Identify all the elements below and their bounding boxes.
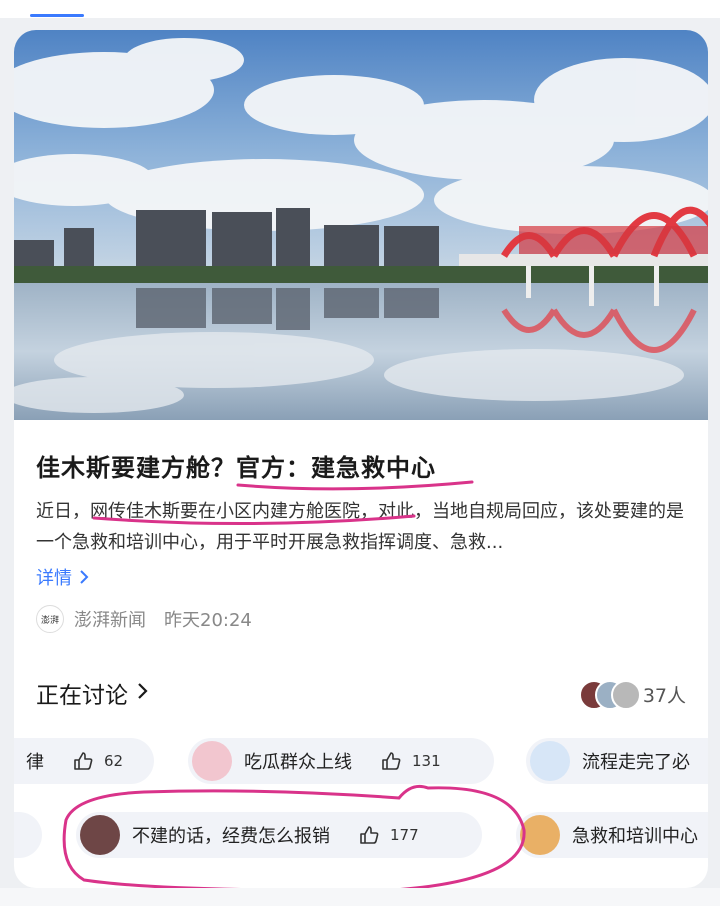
title-part1: 佳木斯要建方舱？	[36, 454, 236, 482]
summary-highlight: 网传佳木斯要在小区内建方舱医院	[90, 501, 360, 522]
publish-time: 昨天20:24	[164, 610, 252, 631]
comment-pill[interactable]: 不建的话，经费怎么报销 177	[76, 812, 482, 858]
comment-text: 流程走完了必	[582, 752, 690, 773]
avatar	[530, 741, 570, 781]
participants[interactable]: 37人	[578, 680, 686, 710]
like-count: 131	[412, 752, 441, 770]
source-name[interactable]: 澎湃新闻	[74, 606, 146, 632]
article-title[interactable]: 佳木斯要建方舱？官方：建急救中心	[36, 448, 436, 483]
chevron-right-icon	[136, 681, 148, 705]
comment-text: 吃瓜群众上线	[244, 752, 352, 773]
bottom-edge	[0, 888, 720, 906]
hero-image[interactable]	[14, 30, 708, 420]
title-part2: 官方：建急救中心	[236, 454, 436, 482]
thumbs-up-icon[interactable]	[380, 750, 402, 772]
comment-pill[interactable]: 流程走完了必	[526, 738, 708, 784]
details-link[interactable]: 详情	[36, 564, 90, 590]
article-summary[interactable]: 近日，网传佳木斯要在小区内建方舱医院，对此，当地自规局回应，该处要建的是一个急救…	[36, 496, 686, 558]
details-label: 详情	[36, 568, 72, 589]
article-source: 澎湃 澎湃新闻 昨天20:24	[36, 604, 252, 634]
news-card[interactable]: 佳木斯要建方舱？官方：建急救中心 近日，网传佳木斯要在小区内建方舱医院，对此，当…	[14, 30, 708, 888]
participant-count: 37人	[642, 684, 686, 707]
comment-text: 律	[26, 752, 44, 773]
source-logo: 澎湃	[36, 605, 64, 633]
comment-text: 不建的话，经费怎么报销	[132, 826, 330, 847]
comment-pill[interactable]	[14, 812, 42, 858]
top-tab-bar	[0, 0, 720, 18]
discussion-title: 正在讨论	[36, 683, 128, 709]
comment-pill[interactable]: 吃瓜群众上线 131	[188, 738, 494, 784]
summary-part1: 近日，	[36, 501, 90, 522]
comment-pill[interactable]: 律 62	[14, 738, 154, 784]
like-count: 62	[104, 752, 124, 770]
avatar	[520, 815, 560, 855]
thumbs-up-icon[interactable]	[72, 750, 94, 772]
like-count: 177	[390, 826, 419, 844]
avatar	[80, 815, 120, 855]
thumbs-up-icon[interactable]	[358, 824, 380, 846]
chevron-right-icon	[78, 568, 90, 589]
avatar	[192, 741, 232, 781]
participant-avatars	[578, 680, 641, 710]
discussion-heading[interactable]: 正在讨论	[36, 676, 148, 710]
avatar	[610, 680, 641, 710]
comment-pill[interactable]: 急救和培训中心	[516, 812, 708, 858]
comment-text: 急救和培训中心	[572, 826, 698, 847]
active-tab-indicator	[30, 14, 84, 17]
